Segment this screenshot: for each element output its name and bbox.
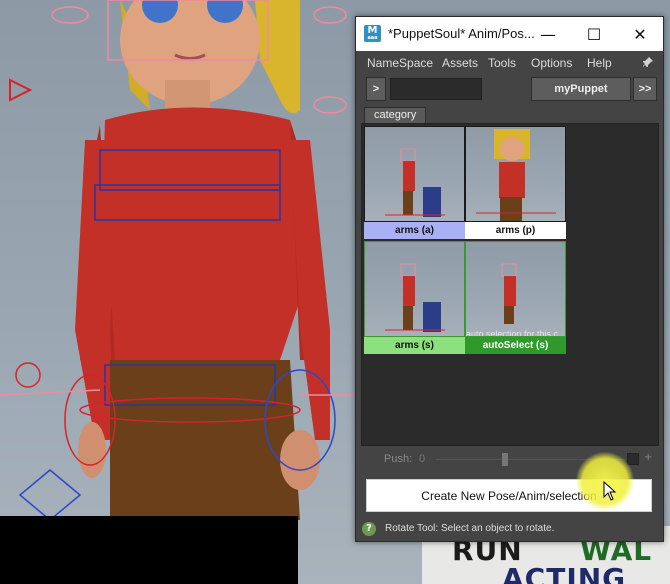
close-button[interactable]: ✕ xyxy=(617,17,663,51)
thumbnail-label: autoSelect (s) xyxy=(465,337,566,354)
maya-app-icon: M aaa xyxy=(364,25,381,42)
tab-category[interactable]: category xyxy=(364,107,427,123)
status-bar: ? Rotate Tool: Select an object to rotat… xyxy=(356,520,663,540)
title-bar[interactable]: M aaa *PuppetSoul* Anim/Pos... — ☐ ✕ xyxy=(356,17,663,51)
push-plus[interactable]: + xyxy=(644,452,652,463)
thumbnail-label: arms (s) xyxy=(364,337,465,354)
minimize-button[interactable]: — xyxy=(525,17,571,51)
menu-help[interactable]: Help xyxy=(587,56,612,70)
menu-bar: NameSpace Assets Tools Options Help xyxy=(356,52,663,74)
menu-namespace[interactable]: NameSpace xyxy=(367,56,433,70)
pose-thumbnail-grid[interactable]: arms (a) arms (p) arms (s) auto selectio… xyxy=(361,123,659,446)
mouse-cursor-icon xyxy=(603,481,617,501)
namespace-field[interactable] xyxy=(390,78,482,100)
thumbnail-image xyxy=(364,241,465,337)
toolbar: > myPuppet >> xyxy=(356,77,663,103)
thumbnail-arms-a[interactable]: arms (a) xyxy=(364,126,465,240)
thumbnail-autoselect-s[interactable]: auto selection for this c autoSelect (s) xyxy=(465,241,566,355)
thumbnail-image xyxy=(465,126,566,222)
thumbnail-arms-s[interactable]: arms (s) xyxy=(364,241,465,355)
puppet-selector-button[interactable]: myPuppet xyxy=(531,77,631,101)
poster-word-acting: ACTING xyxy=(502,562,627,584)
namespace-arrow-button[interactable]: > xyxy=(366,77,386,101)
mini-character-icon xyxy=(385,148,445,217)
thumbnail-overlay-text: auto selection for this c xyxy=(466,329,559,337)
push-value: 0 xyxy=(419,453,426,465)
app-icon-sub: aaa xyxy=(367,35,378,41)
window-title: *PuppetSoul* Anim/Pos... xyxy=(388,26,535,41)
tab-bar: category xyxy=(362,107,659,123)
help-icon[interactable]: ? xyxy=(362,522,376,536)
push-label: Push: xyxy=(384,453,413,465)
status-text: Rotate Tool: Select an object to rotate. xyxy=(385,523,555,534)
maximize-button[interactable]: ☐ xyxy=(571,17,617,51)
viewport-dark-region xyxy=(0,516,298,584)
menu-options[interactable]: Options xyxy=(531,56,572,70)
menu-assets[interactable]: Assets xyxy=(442,56,478,70)
thumbnail-arms-p[interactable]: arms (p) xyxy=(465,126,566,240)
thumbnail-label: arms (a) xyxy=(364,222,465,239)
menu-tools[interactable]: Tools xyxy=(488,56,516,70)
expand-button[interactable]: >> xyxy=(633,77,657,101)
push-slider-handle[interactable] xyxy=(502,453,508,466)
thumbnail-label: arms (p) xyxy=(465,222,566,239)
thumbnail-image xyxy=(364,126,465,222)
mini-character-icon xyxy=(385,263,445,332)
mini-character-icon xyxy=(501,263,517,324)
mini-character-icon xyxy=(476,129,556,221)
push-color-box[interactable] xyxy=(627,453,639,465)
thumbnail-image: auto selection for this c xyxy=(465,241,566,337)
pin-icon[interactable] xyxy=(642,56,654,71)
